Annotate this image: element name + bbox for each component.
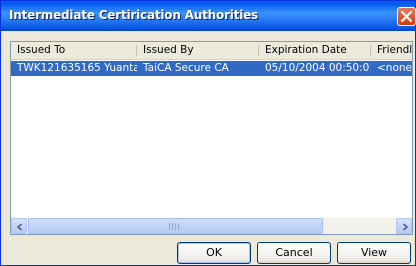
column-issued-by-label: Issued By [143, 44, 194, 56]
column-expiration-date-label: Expiration Date [265, 44, 347, 56]
list-header: Issued To Issued By Expiration Date Frie… [11, 42, 412, 60]
cell-friendly-name: <none> [377, 62, 412, 74]
column-issued-to[interactable]: Issued To [11, 42, 137, 59]
column-issued-to-label: Issued To [17, 44, 66, 56]
cell-issued-to: TWK121635165 Yuanta [17, 62, 137, 74]
close-button[interactable] [397, 7, 416, 26]
scroll-left-button[interactable] [11, 218, 27, 234]
scroll-thumb[interactable] [28, 218, 323, 234]
ok-button[interactable]: OK [177, 242, 251, 264]
column-issued-by[interactable]: Issued By [137, 42, 259, 59]
column-friendly-name-label: Friendly Name [377, 44, 413, 56]
table-row[interactable]: TWK121635165 Yuanta TaiCA Secure CA 05/1… [11, 61, 412, 76]
view-button[interactable]: View [337, 242, 411, 264]
title-bar[interactable]: Intermediate Certirication Authorities [1, 1, 416, 31]
horizontal-scrollbar[interactable] [11, 218, 412, 234]
close-icon [401, 11, 412, 22]
cell-expiration-date: 05/10/2004 00:50:01 [265, 62, 371, 74]
cancel-button[interactable]: Cancel [257, 242, 331, 264]
chevron-right-icon [402, 223, 409, 231]
window-title: Intermediate Certirication Authorities [9, 8, 258, 22]
column-friendly-name[interactable]: Friendly Name [371, 42, 413, 59]
cell-issued-by: TaiCA Secure CA [143, 62, 229, 74]
scroll-grip [169, 223, 179, 230]
certificate-list[interactable]: Issued To Issued By Expiration Date Frie… [10, 41, 413, 235]
chevron-left-icon [16, 223, 23, 231]
column-expiration-date[interactable]: Expiration Date [259, 42, 371, 59]
dialog-window: Intermediate Certirication Authorities I… [0, 0, 416, 266]
scroll-right-button[interactable] [396, 218, 412, 234]
